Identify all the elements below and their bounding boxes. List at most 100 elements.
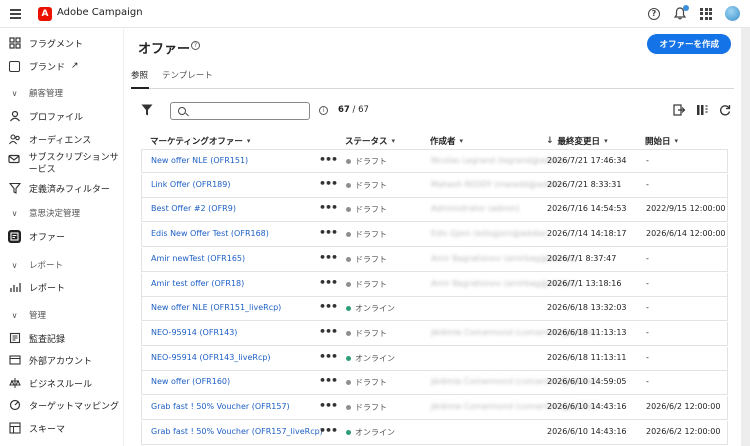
sidebar-item-brands[interactable]: ブランド ↗: [8, 57, 120, 75]
table-row[interactable]: New offer NLE (OFR151_liveRcp) ••• オンライン 20…: [141, 297, 728, 322]
more-actions-icon[interactable]: •••: [319, 374, 338, 387]
bell-icon[interactable]: [673, 4, 689, 21]
sidebar-item-audiences[interactable]: オーディエンス: [8, 130, 120, 148]
table-row[interactable]: New offer NLE (OFR151) ••• ドラフト Nicolas Leg…: [141, 149, 728, 173]
export-icon[interactable]: [672, 103, 685, 116]
sidebar-item-label: プロファイル: [29, 112, 84, 123]
modified-date-cell: 2026/7/16 14:54:53: [547, 204, 627, 214]
apps-grid-icon[interactable]: [699, 7, 713, 21]
count-total: 67: [358, 105, 369, 115]
sidebar-item-label: 外部アカウント: [29, 356, 93, 367]
main-content: オファー ? オファーを作成 参照 テンプレート i 67 / 67 マーケティ…: [124, 28, 741, 446]
column-header-name[interactable]: マーケティングオファー ▾: [150, 135, 250, 147]
modified-date-cell: 2026/6/10 14:59:05: [547, 377, 627, 387]
table-row[interactable]: Amir test offer (OFR18) ••• ドラフト Amir Bagra…: [141, 272, 728, 297]
start-date-cell: -: [646, 377, 649, 387]
search-input[interactable]: [170, 102, 310, 120]
create-offer-button[interactable]: オファーを作成: [647, 34, 731, 54]
offer-name-link[interactable]: Link Offer (OFR189): [151, 180, 230, 189]
column-label: 作成者: [430, 137, 456, 147]
table-row[interactable]: New offer (OFR160) ••• ドラフト Jérémie Comarmo…: [141, 371, 728, 396]
sidebar-item-profiles[interactable]: プロファイル: [8, 107, 120, 125]
column-header-start[interactable]: 開始日 ▾: [645, 135, 678, 147]
tab-browse[interactable]: 参照: [131, 69, 148, 81]
avatar[interactable]: [725, 6, 740, 21]
offer-name-link[interactable]: Amir newTest (OFR165): [151, 254, 245, 263]
table-row[interactable]: NEO-95914 (OFR143) ••• ドラフト Jérémie Comarmo…: [141, 321, 728, 346]
more-actions-icon[interactable]: •••: [319, 325, 338, 338]
section-label: レポート: [29, 261, 64, 271]
start-date-cell: -: [646, 327, 649, 337]
status-label: ドラフト: [355, 378, 387, 388]
column-header-modified[interactable]: ↓ 最終変更日 ▾: [546, 135, 608, 147]
offer-name-link[interactable]: Grab fast ! 50% Voucher (OFR157): [151, 402, 290, 411]
more-actions-icon[interactable]: •••: [319, 251, 338, 264]
brand-icon: [8, 60, 21, 73]
offer-name-link[interactable]: NEO-95914 (OFR143): [151, 328, 237, 337]
info-icon[interactable]: ?: [191, 41, 200, 50]
sidebar-item-fragments[interactable]: フラグメント: [8, 34, 120, 52]
more-actions-icon[interactable]: •••: [319, 399, 338, 412]
count-separator: /: [349, 105, 359, 115]
sidebar-section-decision[interactable]: ∨ 意思決定管理: [8, 206, 80, 220]
sidebar-item-audit[interactable]: 監査記録: [8, 329, 120, 347]
sidebar-item-subscriptions[interactable]: サブスクリプションサービス: [8, 152, 120, 178]
filter-icon[interactable]: [141, 104, 153, 116]
column-settings-icon[interactable]: [695, 103, 708, 116]
table-row[interactable]: Grab fast ! 50% Voucher (OFR157) ••• ドラフト J…: [141, 396, 728, 420]
help-icon[interactable]: ?: [647, 7, 661, 21]
more-actions-icon[interactable]: •••: [319, 177, 338, 190]
more-actions-icon[interactable]: •••: [319, 226, 338, 239]
more-actions-icon[interactable]: •••: [319, 201, 338, 214]
status-badge: ドラフト: [346, 402, 387, 413]
column-label: 最終変更日: [557, 137, 601, 147]
table-row[interactable]: Edis New Offer Test (OFR168) ••• ドラフト Edis …: [141, 223, 728, 248]
section-label: 意思決定管理: [29, 209, 81, 219]
offer-name-link[interactable]: Amir test offer (OFR18): [151, 279, 244, 288]
offer-name-link[interactable]: New offer NLE (OFR151_liveRcp): [151, 303, 281, 312]
sidebar-section-admin[interactable]: ∨ 管理: [8, 308, 46, 322]
sidebar-section-customer[interactable]: ∨ 顧客管理: [8, 86, 63, 100]
start-date-cell: 2026/6/14 12:00:00: [646, 229, 726, 239]
offer-name-link[interactable]: NEO-95914 (OFR143_liveRcp): [151, 353, 271, 362]
sidebar-item-business-rules[interactable]: ビジネスルール: [8, 374, 120, 392]
refresh-icon[interactable]: [718, 103, 731, 116]
table-row[interactable]: NEO-95914 (OFR143_liveRcp) ••• オンライン 2026/6…: [141, 346, 728, 371]
more-actions-icon[interactable]: •••: [319, 424, 338, 437]
more-actions-icon[interactable]: •••: [319, 276, 338, 289]
column-header-status[interactable]: ステータス ▾: [345, 135, 395, 147]
sidebar-item-reports[interactable]: レポート: [8, 278, 120, 296]
table-row[interactable]: Amir newTest (OFR165) ••• ドラフト Amir Bagrati…: [141, 247, 728, 272]
offer-name-link[interactable]: New offer (OFR160): [151, 377, 230, 386]
offer-name-link[interactable]: Best Offer #2 (OFR9): [151, 204, 236, 213]
menu-icon[interactable]: [10, 9, 21, 19]
sidebar-item-external-accounts[interactable]: 外部アカウント: [8, 351, 120, 369]
tab-templates[interactable]: テンプレート: [162, 69, 213, 81]
target-mapping-icon: [8, 399, 21, 412]
audit-icon: [8, 332, 21, 345]
more-actions-icon[interactable]: •••: [319, 350, 338, 363]
chevron-down-icon: ▾: [246, 137, 251, 145]
profile-icon: [8, 110, 21, 123]
more-actions-icon[interactable]: •••: [319, 153, 338, 166]
offer-name-link[interactable]: Edis New Offer Test (OFR168): [151, 229, 269, 238]
table-row[interactable]: Best Offer #2 (OFR9) ••• ドラフト Administrator…: [141, 198, 728, 223]
table-row[interactable]: Grab fast ! 50% Voucher (OFR157_liveRcp)…: [141, 420, 728, 445]
sidebar-section-reports[interactable]: ∨ レポート: [8, 258, 63, 272]
chevron-down-icon: ▾: [674, 137, 679, 145]
sidebar-item-schemas[interactable]: スキーマ: [8, 419, 120, 437]
sidebar-item-label: スキーマ: [29, 424, 66, 435]
count-shown: 67: [338, 105, 350, 115]
table-row[interactable]: Link Offer (OFR189) ••• ドラフト Mahesh REDDY (…: [141, 173, 728, 198]
sidebar-item-target-mapping[interactable]: ターゲットマッピング: [8, 396, 120, 414]
sidebar-item-offers[interactable]: オファー: [8, 227, 120, 245]
search-icon: [178, 107, 186, 115]
sidebar-item-filters[interactable]: 定義済みフィルター: [8, 179, 120, 197]
info-icon[interactable]: i: [319, 106, 328, 115]
more-actions-icon[interactable]: •••: [319, 300, 338, 313]
column-header-author[interactable]: 作成者 ▾: [430, 135, 463, 147]
offer-name-link[interactable]: Grab fast ! 50% Voucher (OFR157_liveRcp): [151, 427, 323, 436]
modified-date-cell: 2026/6/10 14:43:16: [547, 402, 627, 411]
offer-name-link[interactable]: New offer NLE (OFR151): [151, 156, 248, 165]
filter-icon: [8, 182, 21, 195]
